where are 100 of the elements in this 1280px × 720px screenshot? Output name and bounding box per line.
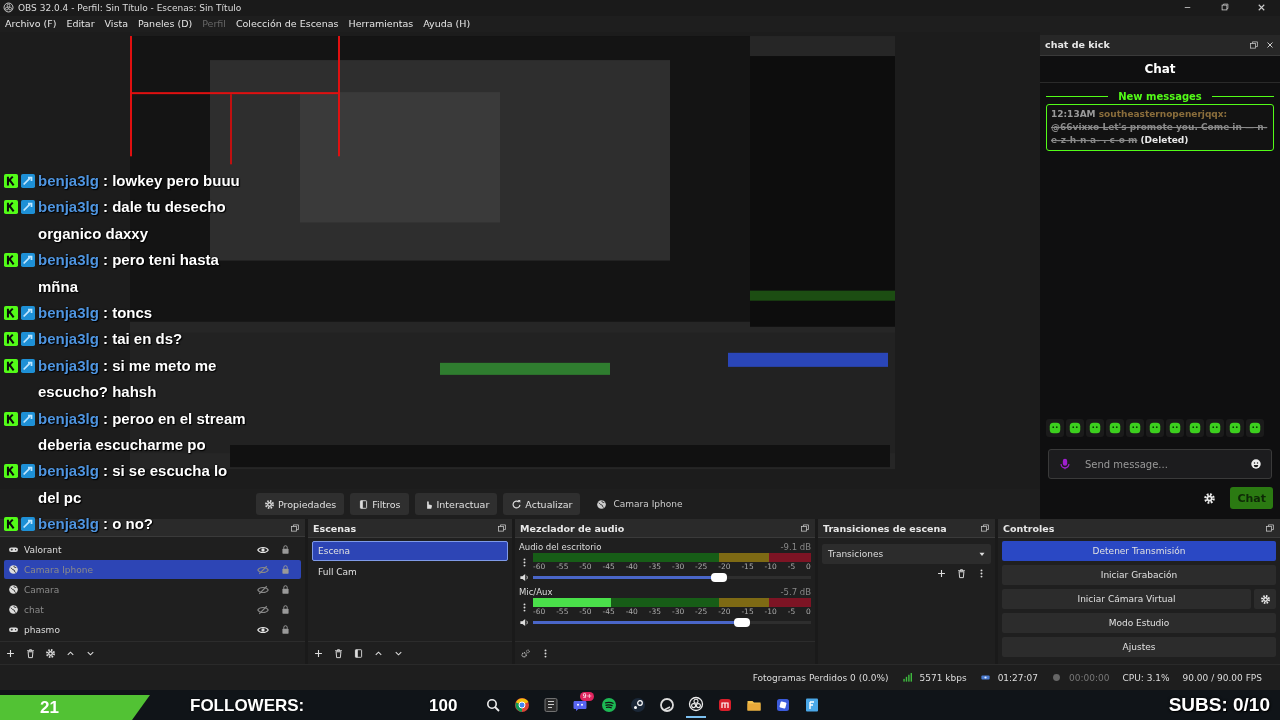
app-icon[interactable] <box>775 697 791 713</box>
control-button[interactable]: Iniciar Cámara Virtual <box>1002 589 1251 610</box>
trash-icon[interactable] <box>25 647 36 659</box>
badge-icon <box>21 200 35 215</box>
add-icon[interactable] <box>936 568 947 580</box>
source-item[interactable]: phasmo <box>4 620 301 640</box>
source-toolbar-button[interactable]: Filtros <box>350 493 409 516</box>
emote-icon[interactable] <box>1166 419 1184 438</box>
control-button[interactable]: Modo Estudio <box>1002 613 1276 634</box>
microphone-icon[interactable] <box>1058 457 1072 472</box>
undock-icon[interactable] <box>1249 39 1259 50</box>
filter-icon[interactable] <box>353 647 364 659</box>
app-icon[interactable] <box>717 697 733 713</box>
undock-icon[interactable] <box>800 523 810 534</box>
gears-icon[interactable] <box>520 647 531 659</box>
settings-icon[interactable] <box>45 647 56 659</box>
badge-icon <box>4 464 18 479</box>
scene-item[interactable]: Full Cam <box>312 562 508 583</box>
undock-icon[interactable] <box>497 523 507 534</box>
source-toolbar-button[interactable]: Actualizar <box>503 493 581 516</box>
badge-icon <box>4 253 18 268</box>
control-button[interactable]: Detener Transmisión <box>1002 541 1276 562</box>
dock-title: Transiciones de escena <box>823 522 947 534</box>
source-item[interactable]: chat <box>4 600 301 620</box>
undock-icon[interactable] <box>290 522 300 533</box>
menu-item[interactable]: Archivo (F) <box>5 18 57 30</box>
transition-dropdown[interactable]: Transiciones <box>822 544 991 565</box>
music-app-icon[interactable] <box>601 697 617 713</box>
volume-slider[interactable] <box>533 620 811 624</box>
control-button[interactable]: Iniciar Grabación <box>1002 565 1276 586</box>
lock-icon[interactable] <box>280 564 291 576</box>
globe-icon <box>8 584 19 596</box>
menu-item[interactable]: Vista <box>104 18 128 30</box>
hidden-eye-icon[interactable] <box>257 583 269 596</box>
bitrate: 5571 kbps <box>919 672 967 683</box>
emote-icon[interactable] <box>1066 419 1084 438</box>
trash-icon[interactable] <box>956 568 967 580</box>
restore-icon[interactable] <box>1219 2 1230 14</box>
emote-icon[interactable] <box>1046 419 1064 438</box>
slider-thumb[interactable] <box>733 617 750 627</box>
undock-icon[interactable] <box>1265 523 1275 534</box>
settings-icon[interactable] <box>1203 491 1217 505</box>
emote-icon[interactable] <box>1126 419 1144 438</box>
follower-count-badge: 21 <box>0 695 150 720</box>
add-icon[interactable] <box>313 647 324 659</box>
lock-icon[interactable] <box>280 624 291 636</box>
chat-heading: Chat <box>1040 55 1280 83</box>
close-icon[interactable] <box>1265 39 1275 50</box>
menu-item[interactable]: Paneles (D) <box>138 18 193 30</box>
slider-thumb[interactable] <box>711 572 728 582</box>
app-icon[interactable] <box>804 697 820 713</box>
app-icon[interactable] <box>543 697 559 713</box>
volume-slider[interactable] <box>533 575 811 579</box>
scene-item[interactable]: Escena <box>312 541 508 562</box>
chat-message: benja3lg : si me meto me escucho? hahsh <box>38 355 218 403</box>
menu-item[interactable]: Herramientas <box>348 18 414 30</box>
emoji-icon[interactable] <box>1250 458 1262 471</box>
emote-icon[interactable] <box>1186 419 1204 438</box>
emote-icon[interactable] <box>1146 419 1164 438</box>
lock-icon[interactable] <box>280 584 291 596</box>
chat-message: benja3lg : si se escucha lo del pc <box>38 461 229 508</box>
trash-icon[interactable] <box>333 647 344 659</box>
undock-icon[interactable] <box>980 523 990 534</box>
lock-icon[interactable] <box>280 604 291 616</box>
globe-icon <box>8 564 19 576</box>
chat-message: benja3lg : tai en ds? <box>38 329 183 350</box>
dock-title: Escenas <box>313 522 357 534</box>
source-item[interactable]: Valorant <box>4 540 301 560</box>
emote-icon[interactable] <box>1226 419 1244 438</box>
menu-item[interactable]: Colección de Escenas <box>235 18 339 30</box>
emote-icon[interactable] <box>1246 419 1264 438</box>
globe-icon <box>8 604 19 616</box>
badge-icon <box>4 332 18 347</box>
browser-icon[interactable] <box>514 697 530 713</box>
control-button[interactable]: Ajustes <box>1002 637 1276 658</box>
dock-title: Controles <box>1003 522 1055 534</box>
game-store-icon[interactable] <box>630 697 646 713</box>
hidden-eye-icon[interactable] <box>257 603 269 616</box>
source-item[interactable]: Camara <box>4 580 301 600</box>
channel-name: Audio del escritorio <box>519 541 602 552</box>
menu-item[interactable]: Ayuda (H) <box>423 18 471 30</box>
message-field[interactable]: Send message... <box>1048 449 1272 480</box>
badge-icon <box>4 306 18 321</box>
source-toolbar-button[interactable]: Propiedades <box>256 493 345 516</box>
app-logo-icon <box>3 2 14 14</box>
browser-source-icon <box>596 498 608 510</box>
menu-item[interactable]: Editar <box>66 18 95 30</box>
add-icon[interactable] <box>5 647 16 659</box>
emote-icon[interactable] <box>1106 419 1124 438</box>
lock-icon[interactable] <box>280 544 291 556</box>
search-icon[interactable] <box>485 697 501 713</box>
recording-app-icon[interactable] <box>688 696 704 712</box>
emote-icon[interactable] <box>1206 419 1224 438</box>
settings-button[interactable] <box>1254 589 1276 610</box>
badge-icon <box>4 200 18 215</box>
badge-icon <box>21 253 35 268</box>
badge-icon <box>21 332 35 347</box>
dock-title: Mezclador de audio <box>520 522 625 534</box>
source-toolbar-button[interactable]: Interactuar <box>414 493 498 516</box>
emote-icon[interactable] <box>1086 419 1104 438</box>
